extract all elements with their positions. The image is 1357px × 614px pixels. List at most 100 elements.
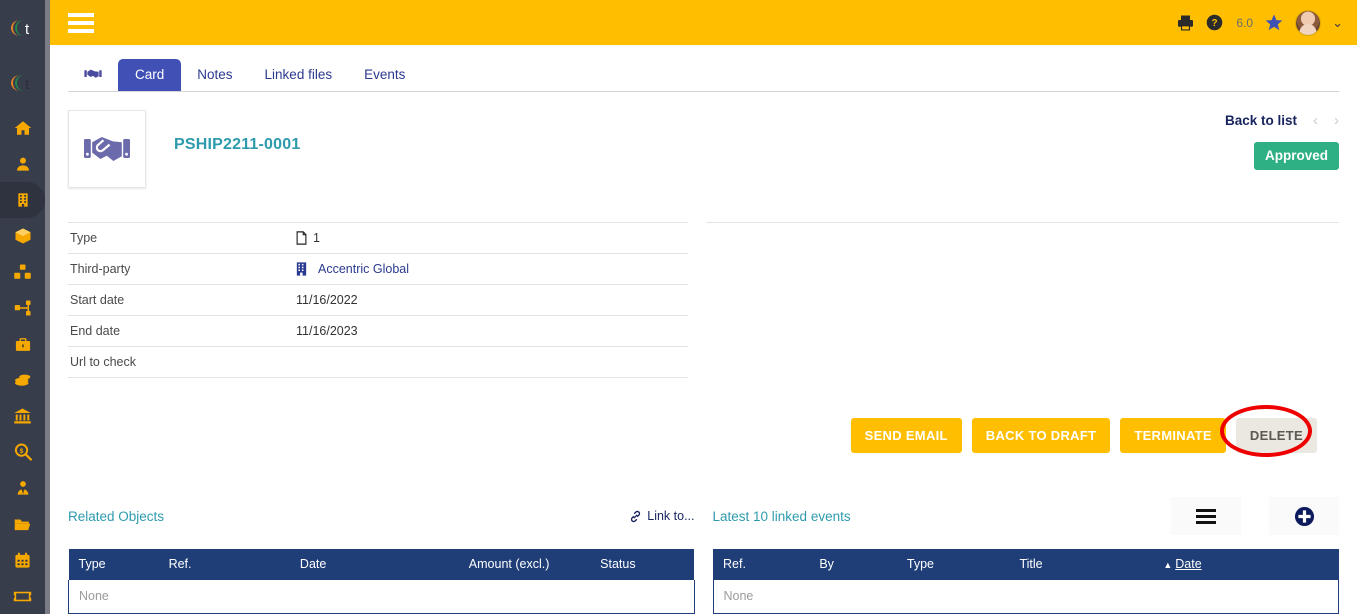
sidebar-item-billing[interactable] [0,362,45,398]
sidebar-item-bank[interactable] [0,398,45,434]
printer-icon[interactable] [1176,14,1195,32]
field-value: 11/16/2022 [296,293,358,307]
column-header-amount[interactable]: Amount (excl.) [468,549,601,580]
link-to-label: Link to... [647,509,695,523]
column-header-date[interactable]: Date [299,549,469,580]
user-tie-icon [17,481,28,495]
svg-text:t: t [25,76,30,93]
sidebar-item-products[interactable] [0,218,45,254]
search-dollar-icon: $ [14,443,32,461]
third-party-link[interactable]: Accentric Global [318,262,409,276]
column-header-title[interactable]: Title [1019,549,1164,580]
empty-state-text: None [712,580,1339,614]
action-button-bar: SEND EMAIL BACK TO DRAFT TERMINATE DELET… [68,405,1339,457]
column-header-ref[interactable]: Ref. [713,549,820,580]
column-header-date[interactable]: ▲ Date [1163,549,1339,580]
star-icon[interactable] [1264,13,1284,32]
sidebar-item-accounting[interactable]: $ [0,434,45,470]
terminate-button[interactable]: TERMINATE [1120,418,1226,453]
table-row: None [712,580,1339,614]
sidebar-item-home[interactable] [0,110,45,146]
delete-button[interactable]: DELETE [1235,418,1317,453]
column-header-type[interactable]: Type [68,549,169,580]
back-to-draft-button[interactable]: BACK TO DRAFT [971,418,1111,453]
sidebar-item-projects[interactable] [0,506,45,542]
add-event-button[interactable] [1269,497,1339,535]
building-icon [17,193,28,207]
handshake-glyph [84,69,102,78]
avatar[interactable] [1295,9,1322,36]
column-header-type[interactable]: Type [906,549,1020,580]
field-row-type: Type 1 [68,222,688,254]
sidebar-logo-secondary[interactable]: t [0,55,45,110]
delete-button-wrapper: DELETE [1219,405,1317,457]
document-icon [296,231,307,245]
sort-asc-icon: ▲ [1163,560,1173,570]
column-header-by[interactable]: By [819,549,907,580]
linked-events-panel: Latest 10 linked events Ref. By Type Tit… [712,497,1339,614]
svg-text:$: $ [19,448,23,455]
chevron-left-icon[interactable]: ‹ [1313,112,1318,129]
field-label: Third-party [70,262,131,276]
detail-right-column [706,222,1339,378]
record-nav: Back to list ‹ › [1225,112,1339,129]
field-value: 1 [296,223,688,254]
sidebar-item-mrp[interactable] [0,290,45,326]
bank-icon [14,408,31,424]
hamburger-icon[interactable] [68,12,94,33]
sidebar-item-members[interactable] [0,146,45,182]
sidebar-logo-top[interactable]: t [0,0,45,55]
related-objects-panel: Related Objects Link to... Type Ref. Dat… [68,501,695,614]
back-to-list-link[interactable]: Back to list [1225,113,1297,128]
boxes-icon [14,264,31,279]
link-to-button[interactable]: Link to... [629,509,695,523]
left-sidebar: t t $ [0,0,45,614]
chain-link-icon [631,510,641,522]
sidebar-item-tickets[interactable] [0,578,45,614]
bottom-panels: Related Objects Link to... Type Ref. Dat… [68,497,1339,614]
help-circle-icon[interactable]: ? [1206,14,1223,31]
field-value [296,347,688,378]
field-label: Type [70,231,98,245]
field-row-third-party: Third-party Accentric Global [68,253,688,285]
linked-events-header: Latest 10 linked events [713,497,1339,535]
tab-linked-files[interactable]: Linked files [249,59,349,92]
column-header-date-label[interactable]: Date [1175,557,1201,571]
chevron-down-icon[interactable]: ⌄ [1332,15,1343,31]
sidebar-item-commercial[interactable] [0,326,45,362]
tab-list: Card Notes Linked files Events [68,57,1339,91]
sidebar-item-thirdparties[interactable] [0,182,45,218]
field-label: Start date [70,293,125,307]
related-objects-table: Type Ref. Date Amount (excl.) Status Non… [68,549,695,614]
dolibarr-logo-icon-2: t [10,74,30,93]
handshake-icon [84,137,130,161]
field-value: Accentric Global [296,254,688,285]
tab-notes[interactable]: Notes [181,59,248,92]
field-row-end-date: End date 11/16/2023 [68,315,688,347]
related-objects-title: Related Objects [68,508,165,524]
event-list-button[interactable] [1171,497,1241,535]
field-label: End date [70,324,121,338]
record-thumbnail [68,110,146,188]
sidebar-nav: $ [0,110,45,614]
sidebar-item-hrm[interactable] [0,470,45,506]
hamburger-list-icon [1196,508,1216,524]
briefcase-icon [15,337,30,351]
status-badge: Approved [1253,142,1339,170]
tab-events[interactable]: Events [348,59,421,92]
sidebar-item-stock[interactable] [0,254,45,290]
sidebar-item-agenda[interactable] [0,542,45,578]
record-fields-table: Type 1 Third-party Accentric Global Star… [68,222,688,378]
box-icon [15,228,30,244]
topbar-actions: ? 6.0 ⌄ [1176,9,1343,36]
related-objects-header: Related Objects Link to... [68,501,695,531]
column-header-ref[interactable]: Ref. [168,549,300,580]
chevron-right-icon[interactable]: › [1334,112,1339,129]
tab-card[interactable]: Card [118,58,182,91]
page-title: PSHIP2211-0001 [174,136,301,153]
version-label: 6.0 [1236,15,1254,30]
calendar-icon [15,552,30,568]
top-header-bar: ? 6.0 ⌄ [50,0,1357,45]
send-email-button[interactable]: SEND EMAIL [850,418,962,453]
column-header-status[interactable]: Status [600,549,694,580]
